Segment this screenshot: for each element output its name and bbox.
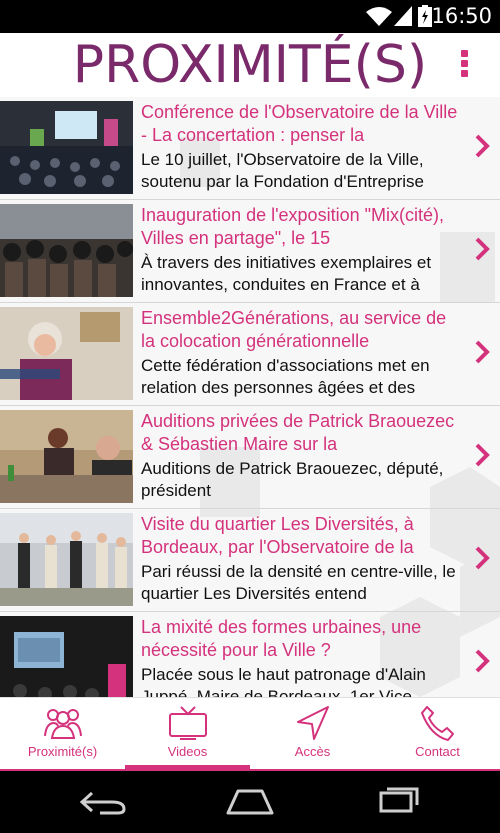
video-thumbnail	[0, 616, 133, 697]
video-thumbnail	[0, 513, 133, 606]
list-item[interactable]: Visite du quartier Les Diversités, à Bor…	[0, 509, 500, 612]
list-item[interactable]: Auditions privées de Patrick Braouezec &…	[0, 406, 500, 509]
navigation-arrow-icon	[297, 706, 329, 740]
chevron-right-icon[interactable]	[474, 133, 490, 159]
item-description: Le 10 juillet, l'Observatoire de la Vill…	[141, 150, 424, 191]
tab-acces[interactable]: Accès	[250, 698, 375, 771]
tab-proximites[interactable]: Proximité(s)	[0, 698, 125, 771]
item-title: Visite du quartier Les Diversités, à Bor…	[141, 514, 414, 557]
battery-charging-icon	[418, 5, 432, 27]
home-icon[interactable]	[220, 785, 280, 819]
wifi-icon	[366, 7, 392, 26]
chevron-right-icon[interactable]	[474, 236, 490, 262]
video-thumbnail	[0, 204, 133, 297]
item-title: La mixité des formes urbaines, une néces…	[141, 617, 422, 660]
item-title: Auditions privées de Patrick Braouezec &…	[141, 411, 455, 454]
chevron-right-icon[interactable]	[474, 442, 490, 468]
item-description: Cette fédération d'associations met en r…	[141, 356, 430, 397]
recent-apps-icon[interactable]	[365, 785, 425, 819]
video-thumbnail	[0, 101, 133, 194]
list-item[interactable]: Conférence de l'Observatoire de la Ville…	[0, 97, 500, 200]
video-list[interactable]: Conférence de l'Observatoire de la Ville…	[0, 97, 500, 697]
bottom-tab-bar: Proximité(s) Videos Accès Contact	[0, 697, 500, 770]
tab-label: Videos	[167, 744, 208, 759]
tab-label: Proximité(s)	[27, 744, 98, 759]
signal-icon	[394, 6, 412, 26]
list-item[interactable]: Inauguration de l'exposition "Mix(cité),…	[0, 200, 500, 303]
item-title: Ensemble2Générations, au service de la c…	[141, 308, 447, 351]
back-icon[interactable]	[74, 785, 134, 819]
overflow-menu-icon[interactable]	[460, 50, 470, 80]
system-nav-bar	[0, 771, 500, 833]
item-description: À travers des initiatives exemplaires et…	[141, 253, 432, 294]
item-description: Placée sous le haut patronage d'Alain Ju…	[141, 665, 426, 697]
video-thumbnail	[0, 410, 133, 503]
item-title: Conférence de l'Observatoire de la Ville…	[141, 102, 458, 145]
people-icon	[44, 709, 82, 739]
chevron-right-icon[interactable]	[474, 648, 490, 674]
item-title: Inauguration de l'exposition "Mix(cité),…	[141, 205, 444, 248]
video-thumbnail	[0, 307, 133, 400]
chevron-right-icon[interactable]	[474, 339, 490, 365]
tab-videos[interactable]: Videos	[125, 698, 250, 771]
status-bar: 16:50	[0, 0, 500, 33]
list-item[interactable]: Ensemble2Générations, au service de la c…	[0, 303, 500, 406]
tv-icon	[169, 706, 207, 740]
phone-icon	[421, 706, 454, 741]
app-title: PROXIMITÉ(S)	[72, 35, 428, 95]
tab-label: Contact	[415, 744, 460, 759]
chevron-right-icon[interactable]	[474, 545, 490, 571]
item-description: Auditions de Patrick Braouezec, député, …	[141, 459, 444, 500]
status-clock: 16:50	[431, 4, 492, 28]
tab-contact[interactable]: Contact	[375, 698, 500, 771]
tab-label: Accès	[294, 744, 331, 759]
app-header: PROXIMITÉ(S)	[0, 33, 500, 97]
item-description: Pari réussi de la densité en centre-vill…	[141, 562, 456, 603]
list-item[interactable]: La mixité des formes urbaines, une néces…	[0, 612, 500, 697]
